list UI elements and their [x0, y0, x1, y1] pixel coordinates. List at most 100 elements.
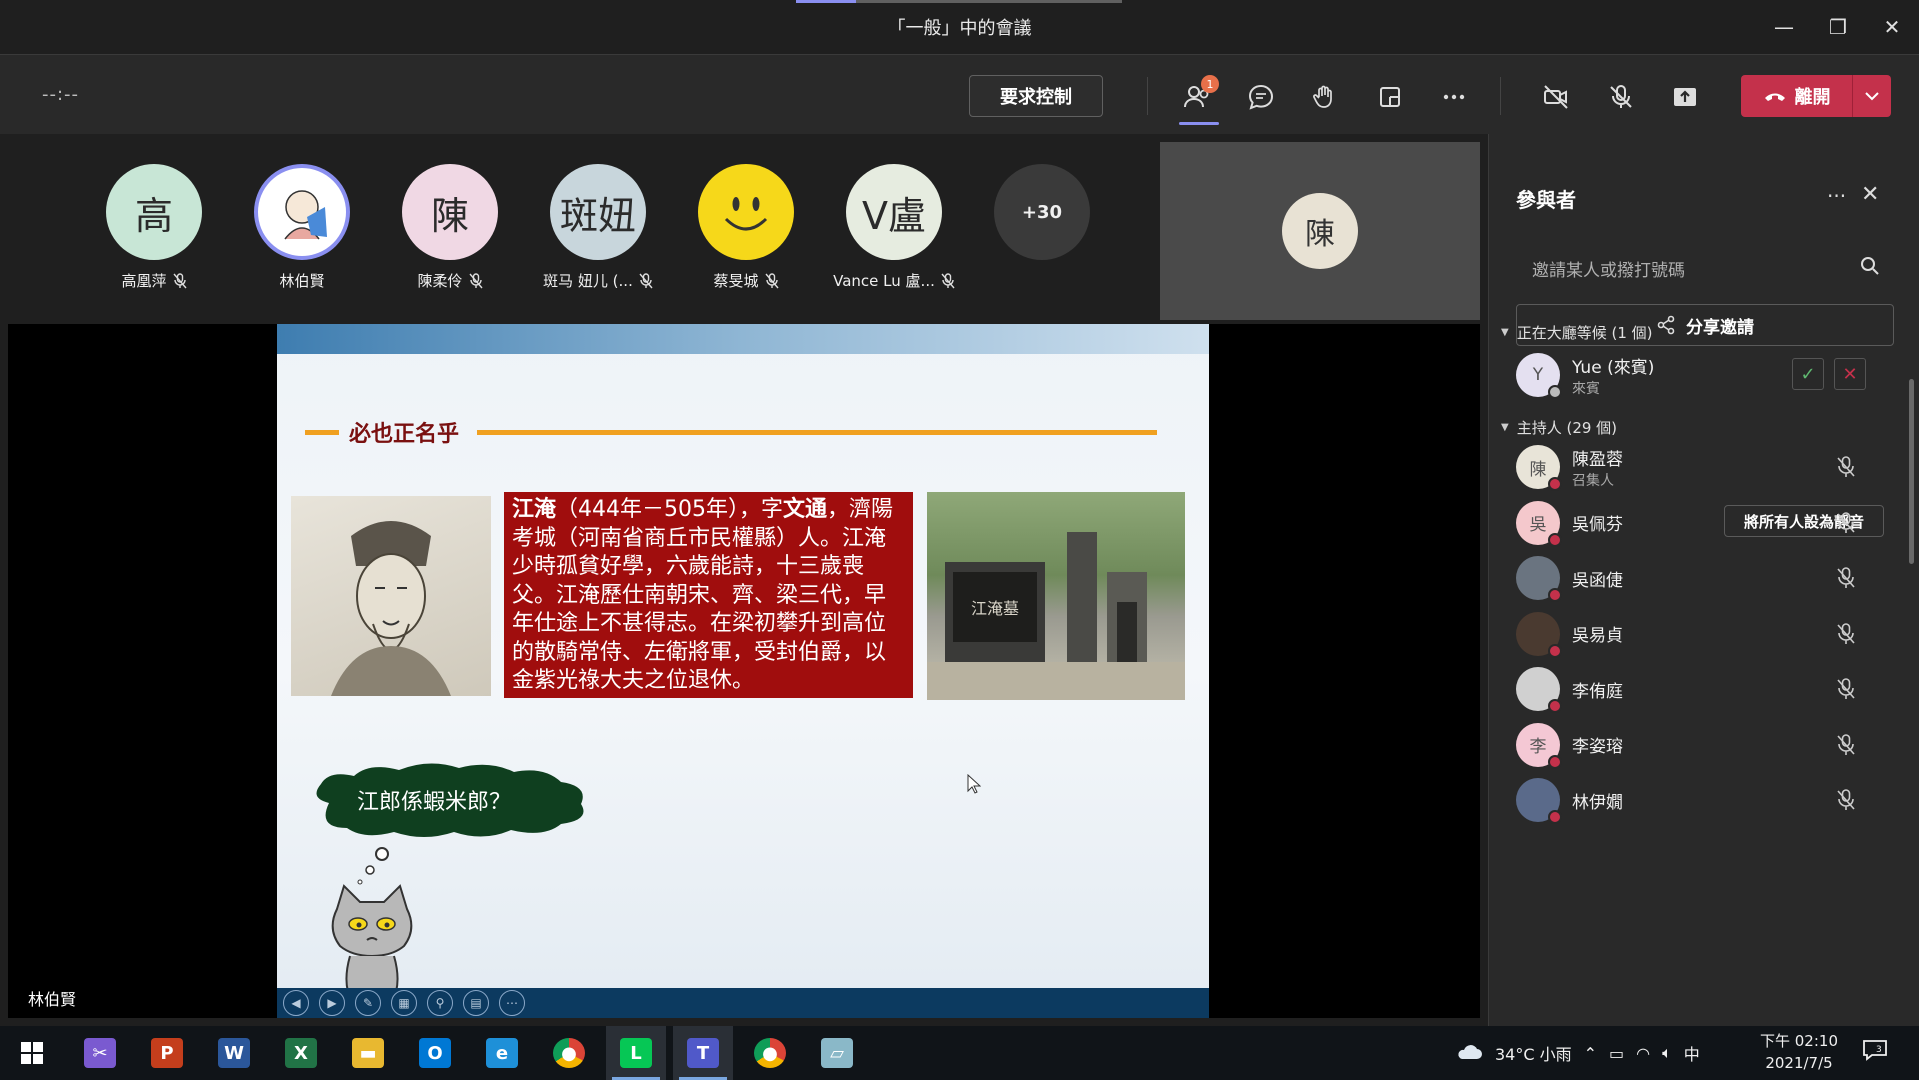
- minimize-button[interactable]: —: [1757, 0, 1811, 54]
- subtitles-button[interactable]: ▤: [463, 990, 489, 1016]
- taskbar-app-powerpoint[interactable]: P: [137, 1026, 197, 1080]
- svg-text:3: 3: [1876, 1045, 1882, 1055]
- mic-off-icon: [1837, 567, 1855, 588]
- close-window-button[interactable]: ✕: [1865, 0, 1919, 54]
- presence-dot: [1548, 810, 1562, 824]
- admit-button[interactable]: ✓: [1792, 358, 1824, 390]
- chevron-up-icon[interactable]: ⌃: [1584, 1044, 1597, 1063]
- share-screen-button[interactable]: [1665, 77, 1705, 117]
- pen-tool-button[interactable]: ✎: [355, 990, 381, 1016]
- participant-row[interactable]: 李侑庭: [1516, 664, 1876, 714]
- next-slide-button[interactable]: ▶: [319, 990, 345, 1016]
- battery-icon[interactable]: ▭: [1609, 1044, 1624, 1063]
- participant-row[interactable]: 陳 陳盈蓉 召集人: [1516, 442, 1876, 492]
- person-role: 來賓: [1572, 380, 1600, 397]
- zoom-button[interactable]: ⚲: [427, 990, 453, 1016]
- participant-avatar-tile[interactable]: 蔡旻城: [672, 164, 820, 291]
- collapse-triangle-icon: ▼: [1501, 422, 1509, 433]
- folder-icon: ▬: [352, 1038, 384, 1068]
- participant-row[interactable]: 林伊嫺: [1516, 775, 1876, 825]
- participant-strip: 高高凰萍林伯賢 陳陳柔伶 斑妞 斑马 妞儿 (... 蔡旻城 V盧 Vance Lu 盧..…: [80, 164, 1116, 291]
- taskbar-app-teams[interactable]: T: [673, 1026, 733, 1080]
- ime-indicator[interactable]: 中: [1684, 1041, 1700, 1065]
- active-indicator: [1179, 122, 1219, 125]
- taskbar-app-snipping[interactable]: ✂: [70, 1026, 130, 1080]
- wifi-icon[interactable]: ◠: [1636, 1044, 1650, 1063]
- leave-options-dropdown[interactable]: [1853, 75, 1891, 117]
- search-icon: [1861, 257, 1879, 275]
- volume-icon[interactable]: 🔈︎: [1662, 1043, 1672, 1063]
- presentation-slide: 必也正名乎 江淹（444年－505年），字文通，濟陽考城（河南省商丘市民權縣）人…: [277, 324, 1209, 1018]
- participant-name-row: 蔡旻城: [713, 270, 779, 291]
- invite-search-field[interactable]: 邀請某人或撥打號碼: [1516, 246, 1892, 286]
- presenter-name: 林伯賢: [28, 990, 77, 1009]
- thought-text: 江郎係蝦米郎？: [357, 790, 512, 815]
- slides-grid-button[interactable]: ▦: [391, 990, 417, 1016]
- toolbar-divider: [1147, 77, 1148, 115]
- more-participants-tile[interactable]: +30: [968, 164, 1116, 291]
- chat-button[interactable]: [1241, 77, 1281, 117]
- breakout-rooms-button[interactable]: [1370, 77, 1410, 117]
- taskbar-app-ie[interactable]: e: [472, 1026, 532, 1080]
- taskbar-clock[interactable]: 下午 02:10 2021/7/5: [1760, 1030, 1838, 1074]
- raise-hand-button[interactable]: [1305, 77, 1345, 117]
- mic-off-icon: [1837, 511, 1855, 533]
- taskbar-app-explorer[interactable]: ▬: [338, 1026, 398, 1080]
- deny-button[interactable]: ✕: [1834, 358, 1866, 390]
- taskbar-app-line[interactable]: L: [606, 1026, 666, 1080]
- presence-dot: [1548, 477, 1562, 491]
- more-actions-button[interactable]: [1434, 77, 1474, 117]
- taskbar-app-notes[interactable]: ▱: [807, 1026, 867, 1080]
- leave-button-group: 離開: [1741, 75, 1891, 117]
- participant-row[interactable]: 吳 吳佩芬: [1516, 498, 1876, 548]
- panel-close-button[interactable]: ✕: [1861, 182, 1879, 207]
- weather-text[interactable]: 34°C 小雨: [1495, 1041, 1572, 1065]
- mic-toggle-button[interactable]: [1601, 77, 1641, 117]
- camera-off-icon: [1544, 85, 1568, 109]
- participant-row[interactable]: 李 李姿瑢: [1516, 720, 1876, 770]
- presence-dot: [1548, 532, 1562, 547]
- person-name: 李侑庭: [1572, 681, 1623, 702]
- participant-row[interactable]: 吳函倢: [1516, 553, 1876, 603]
- participant-avatar-tile[interactable]: 斑妞 斑马 妞儿 (...: [524, 164, 672, 291]
- mic-off-icon: [172, 272, 187, 288]
- panel-scrollbar[interactable]: [1909, 379, 1914, 564]
- mic-off-icon: [941, 272, 955, 288]
- photo-sign-text: 江淹墓: [971, 599, 1019, 618]
- self-video-tile[interactable]: 陳: [1160, 142, 1480, 320]
- request-control-button[interactable]: 要求控制: [969, 75, 1103, 117]
- taskbar-app-word[interactable]: W: [204, 1026, 264, 1080]
- presenters-section-header[interactable]: ▼ 主持人 (29 個): [1501, 417, 1617, 438]
- taskbar-app-outlook[interactable]: O: [405, 1026, 465, 1080]
- participant-avatar-tile[interactable]: 高高凰萍: [80, 164, 228, 291]
- participant-avatar-tile[interactable]: V盧 Vance Lu 盧...: [820, 164, 968, 291]
- leave-button[interactable]: 離開: [1741, 75, 1853, 117]
- lobby-person[interactable]: Y Yue (來賓) 來賓 ✓ ✕: [1516, 350, 1876, 400]
- presenters-section-label: 主持人 (29 個): [1516, 419, 1618, 437]
- restore-button[interactable]: ❐: [1811, 0, 1865, 54]
- participant-name: 斑马 妞儿 (...: [543, 272, 633, 290]
- prev-slide-button[interactable]: ◀: [283, 990, 309, 1016]
- slide-more-button[interactable]: ⋯: [499, 990, 525, 1016]
- notification-center-button[interactable]: 3: [1862, 1038, 1888, 1067]
- mic-off-icon: [1837, 622, 1855, 644]
- panel-more-button[interactable]: ···: [1827, 184, 1846, 208]
- mic-off-icon: [764, 272, 779, 288]
- person-name: Yue (來賓): [1572, 357, 1655, 378]
- thought-bubbles: [357, 847, 389, 885]
- avatar: 高: [106, 164, 202, 260]
- participant-row[interactable]: 吳易貞: [1516, 609, 1876, 659]
- participant-avatar-tile[interactable]: 陳陳柔伶: [376, 164, 524, 291]
- lobby-section-header[interactable]: ▼ 正在大廳等候 (1 個): [1501, 322, 1653, 343]
- start-button[interactable]: [2, 1026, 62, 1080]
- taskbar-app-chrome[interactable]: ●: [539, 1026, 599, 1080]
- taskbar-app-excel[interactable]: X: [271, 1026, 331, 1080]
- participant-name: 林伯賢: [279, 272, 325, 290]
- participants-button[interactable]: 1: [1177, 75, 1219, 125]
- participant-avatar-tile[interactable]: 林伯賢: [228, 164, 376, 291]
- text-part-1: 江淹: [512, 497, 557, 522]
- camera-toggle-button[interactable]: [1536, 77, 1576, 117]
- mic-off-icon: [1837, 733, 1855, 755]
- cat-illustration: [331, 884, 413, 1003]
- taskbar-app-chrome-2[interactable]: ●: [740, 1026, 800, 1080]
